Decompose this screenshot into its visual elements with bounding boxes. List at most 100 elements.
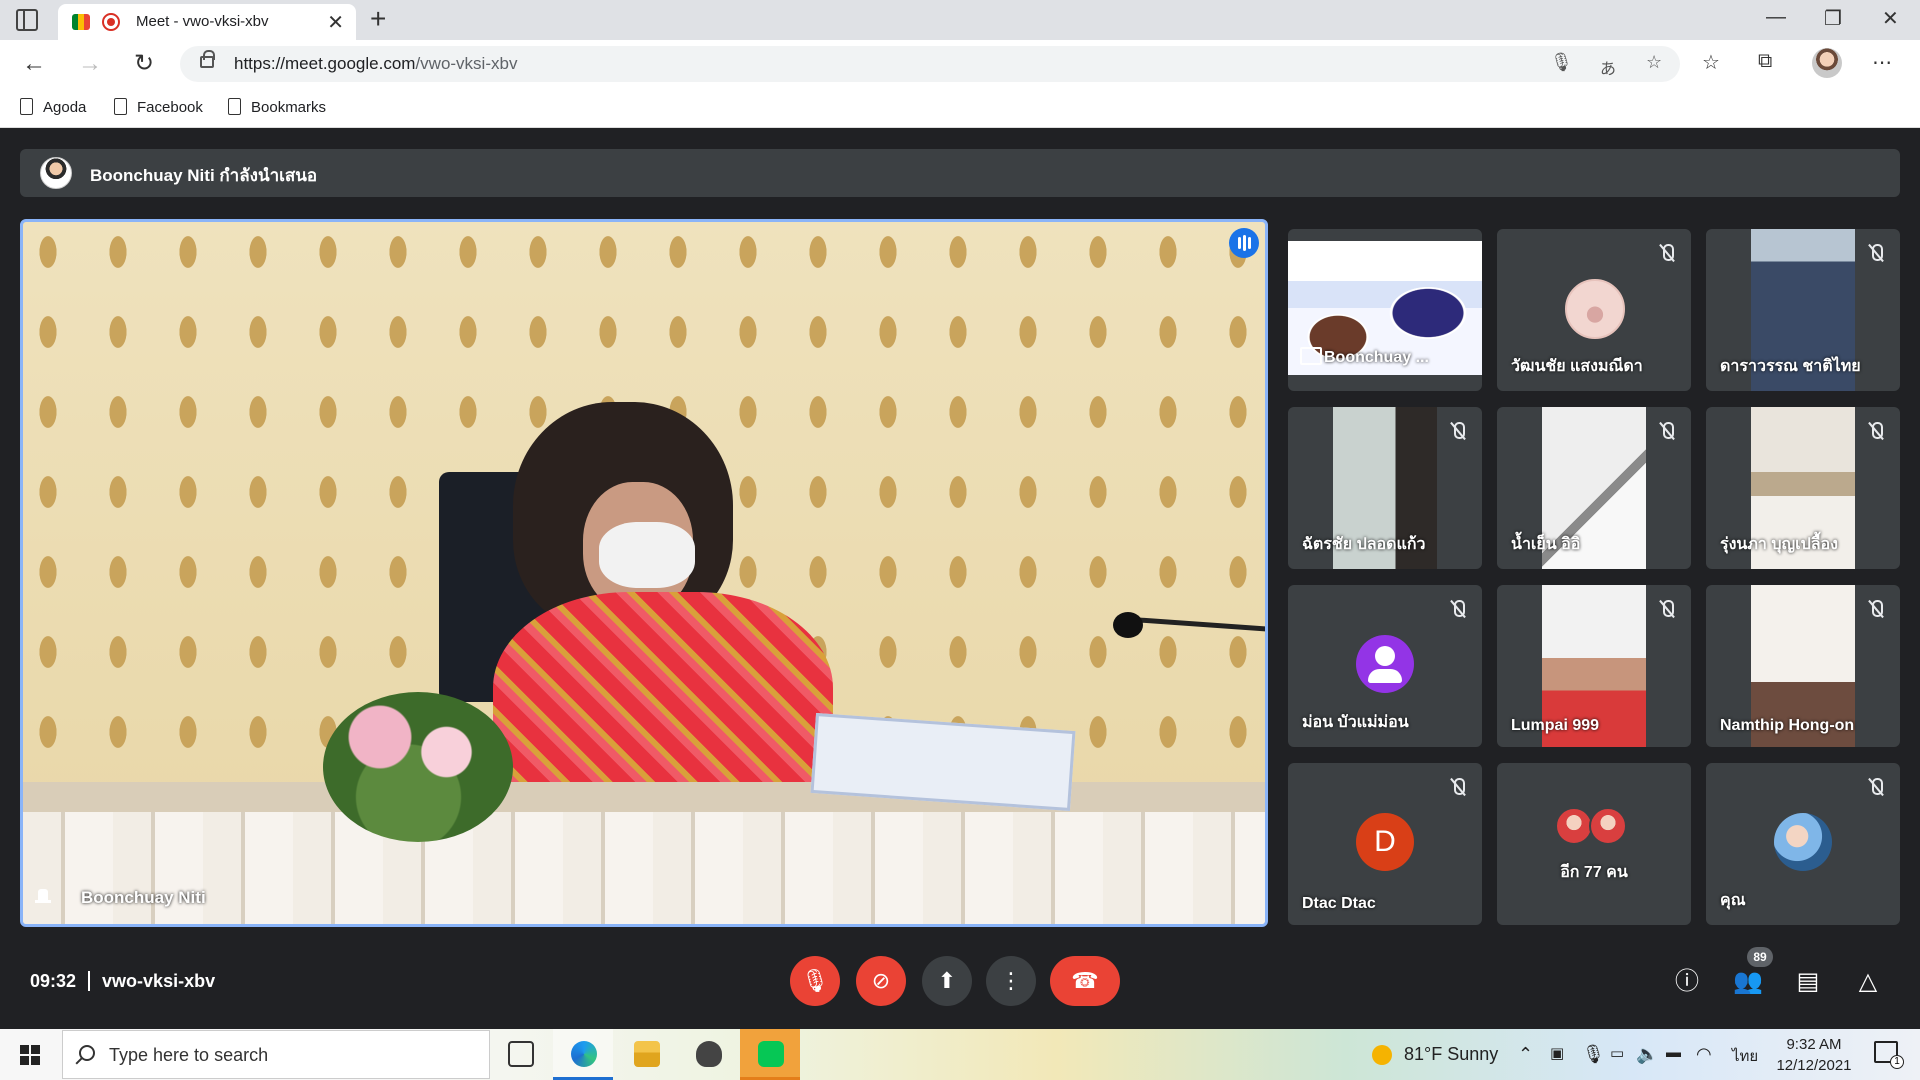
line-icon bbox=[758, 1041, 784, 1067]
participant-count-badge: 89 bbox=[1747, 947, 1773, 967]
participant-tile[interactable]: ฉัตรชัย ปลอดแก้ว bbox=[1288, 407, 1482, 569]
participant-name: รุ่งนภา บุญเปลื้อง bbox=[1720, 536, 1838, 553]
browser-tab-strip: Meet - vwo-vksi-xbv ✕ + — ❐ ✕ bbox=[0, 0, 1920, 40]
participant-tile[interactable]: Boonchuay ... bbox=[1288, 229, 1482, 391]
participants-icon[interactable]: 👥 bbox=[1733, 967, 1763, 997]
favorites-icon[interactable]: ☆ bbox=[1702, 50, 1720, 75]
refresh-button[interactable]: ↻ bbox=[128, 48, 160, 80]
presenter-avatar bbox=[40, 157, 72, 189]
video-speaker-mask bbox=[599, 522, 695, 588]
taskbar-line[interactable] bbox=[740, 1029, 800, 1080]
app-icon bbox=[696, 1041, 722, 1067]
windows-start-icon[interactable] bbox=[20, 1045, 40, 1065]
mic-off-icon bbox=[1655, 419, 1679, 443]
participant-name: Lumpai 999 bbox=[1511, 717, 1600, 734]
video-flowers bbox=[323, 692, 513, 842]
bookmark-agoda[interactable]: Agoda bbox=[20, 98, 86, 116]
settings-more-icon[interactable]: ⋯ bbox=[1872, 50, 1892, 75]
participant-tile[interactable]: น้ำเย็น อิอิ bbox=[1497, 407, 1691, 569]
participant-initial: D bbox=[1356, 813, 1414, 871]
chat-icon[interactable]: ▤ bbox=[1793, 967, 1823, 997]
battery-icon[interactable]: ▬ bbox=[1666, 1044, 1681, 1061]
presenting-banner: Boonchuay Niti กำลังนำเสนอ bbox=[20, 149, 1900, 197]
translate-icon[interactable]: あ bbox=[1600, 55, 1616, 79]
participant-name: Dtac Dtac bbox=[1302, 895, 1376, 912]
page-icon bbox=[228, 98, 241, 115]
volume-icon[interactable]: 🔈 bbox=[1636, 1044, 1658, 1065]
camera-toggle-button[interactable]: ⊘ bbox=[856, 956, 906, 1006]
display-icon[interactable]: ▭ bbox=[1610, 1044, 1624, 1062]
wifi-icon[interactable]: ◠ bbox=[1696, 1044, 1712, 1065]
main-video[interactable]: Boonchuay Niti bbox=[20, 219, 1268, 927]
microphone-icon[interactable]: 🎙 bbox=[1550, 52, 1573, 73]
url-text[interactable]: https://meet.google.com/vwo-vksi-xbv bbox=[234, 54, 517, 74]
weather-icon[interactable] bbox=[1372, 1045, 1392, 1065]
activities-icon[interactable]: △ bbox=[1853, 967, 1883, 997]
minimize-button[interactable]: — bbox=[1766, 6, 1786, 29]
mic-off-icon: 🎙 bbox=[801, 968, 829, 993]
task-view-button[interactable] bbox=[490, 1029, 550, 1080]
collections-icon[interactable]: ⧉ bbox=[1758, 50, 1772, 73]
windows-taskbar: Type here to search 81°F Sunny ⌃ ▣ 🎙 ▭ 🔈… bbox=[0, 1029, 1920, 1080]
self-tile[interactable]: คุณ bbox=[1706, 763, 1900, 925]
taskbar-file-explorer[interactable] bbox=[616, 1029, 676, 1080]
mic-toggle-button[interactable]: 🎙 bbox=[790, 956, 840, 1006]
show-hidden-icons[interactable]: ⌃ bbox=[1518, 1044, 1533, 1065]
address-bar[interactable]: https://meet.google.com/vwo-vksi-xbv 🎙 あ… bbox=[180, 46, 1680, 82]
more-options-button[interactable]: ⋮ bbox=[986, 956, 1036, 1006]
video-mic-arm bbox=[1132, 617, 1265, 632]
others-count: อีก 77 คน bbox=[1560, 864, 1628, 881]
microphone-tray-icon[interactable]: 🎙 bbox=[1582, 1044, 1605, 1065]
participant-tile[interactable]: รุ่งนภา บุญเปลื้อง bbox=[1706, 407, 1900, 569]
participant-avatar bbox=[1555, 807, 1593, 845]
taskbar-clock[interactable]: 9:32 AM 12/12/2021 bbox=[1770, 1034, 1858, 1076]
new-tab-button[interactable]: + bbox=[370, 4, 386, 34]
more-vert-icon: ⋮ bbox=[1000, 968, 1022, 993]
participant-tile[interactable]: ม่อน บัวแม่ม่อน bbox=[1288, 585, 1482, 747]
add-favorite-icon[interactable]: ☆ bbox=[1646, 52, 1662, 73]
participant-tile[interactable]: วัฒนชัย แสงมณีดา bbox=[1497, 229, 1691, 391]
mic-off-icon bbox=[1655, 241, 1679, 265]
lock-icon[interactable] bbox=[200, 50, 215, 68]
tab-close-icon[interactable]: ✕ bbox=[327, 10, 344, 35]
participant-tile[interactable]: Lumpai 999 bbox=[1497, 585, 1691, 747]
tab-meet[interactable]: Meet - vwo-vksi-xbv ✕ bbox=[58, 4, 356, 40]
forward-button[interactable]: → bbox=[74, 48, 106, 80]
mic-off-icon bbox=[1446, 597, 1470, 621]
present-button[interactable]: ⬆ bbox=[922, 956, 972, 1006]
clock-date: 12/12/2021 bbox=[1776, 1057, 1852, 1074]
weather-text[interactable]: 81°F Sunny bbox=[1404, 1044, 1498, 1065]
taskbar-app[interactable] bbox=[678, 1029, 738, 1080]
back-button[interactable]: ← bbox=[18, 48, 50, 80]
camera-off-icon: ⊘ bbox=[871, 968, 891, 993]
bookmark-bookmarks[interactable]: Bookmarks bbox=[228, 98, 326, 116]
tab-actions-icon[interactable] bbox=[16, 9, 38, 31]
participant-tile[interactable]: Namthip Hong-on bbox=[1706, 585, 1900, 747]
input-language[interactable]: ไทย bbox=[1732, 1044, 1758, 1068]
network-device-icon[interactable]: ▣ bbox=[1550, 1044, 1564, 1062]
maximize-button[interactable]: ❐ bbox=[1824, 6, 1842, 31]
participant-name: Namthip Hong-on bbox=[1720, 717, 1855, 734]
participant-tile[interactable]: ดาราวรรณ ชาติไทย bbox=[1706, 229, 1900, 391]
participant-tile[interactable]: D Dtac Dtac bbox=[1288, 763, 1482, 925]
meet-favicon-icon bbox=[72, 14, 90, 30]
pin-icon[interactable] bbox=[35, 889, 51, 907]
taskbar-search[interactable]: Type here to search bbox=[62, 1030, 490, 1079]
leave-call-button[interactable]: ☎ bbox=[1050, 956, 1120, 1006]
recording-indicator-icon bbox=[102, 13, 120, 31]
mic-off-icon bbox=[1446, 419, 1470, 443]
page-icon bbox=[114, 98, 127, 115]
meeting-info-icon[interactable]: ⓘ bbox=[1672, 967, 1702, 997]
notification-icon[interactable]: 1 bbox=[1874, 1041, 1904, 1069]
meeting-details: 09:32 vwo-vksi-xbv bbox=[30, 971, 216, 991]
participant-name: ฉัตรชัย ปลอดแก้ว bbox=[1302, 536, 1426, 553]
window-close-button[interactable]: ✕ bbox=[1882, 6, 1899, 31]
presenting-text: Boonchuay Niti กำลังนำเสนอ bbox=[90, 166, 318, 185]
others-tile[interactable]: อีก 77 คน bbox=[1497, 763, 1691, 925]
bookmark-facebook[interactable]: Facebook bbox=[114, 98, 203, 116]
taskbar-edge[interactable] bbox=[553, 1029, 613, 1080]
hang-up-icon: ☎ bbox=[1071, 968, 1099, 993]
search-placeholder: Type here to search bbox=[109, 1045, 269, 1065]
profile-avatar[interactable] bbox=[1812, 48, 1842, 78]
participant-name: วัฒนชัย แสงมณีดา bbox=[1511, 358, 1643, 375]
